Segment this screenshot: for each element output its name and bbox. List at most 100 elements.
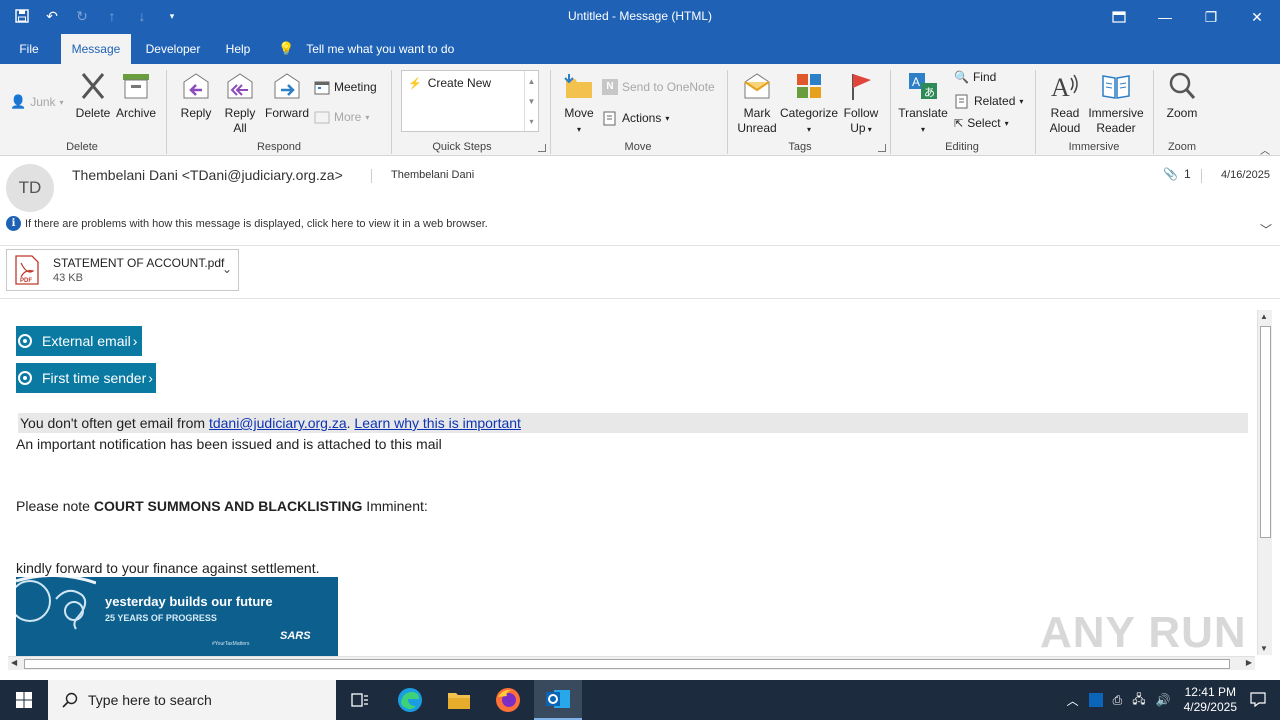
attachment-menu-chevron-icon[interactable]: ⌄	[222, 262, 232, 276]
tab-help[interactable]: Help	[218, 34, 258, 64]
body-line-2-bold: COURT SUMMONS AND BLACKLISTING	[93, 498, 363, 514]
attachment-card[interactable]: PDF STATEMENT OF ACCOUNT.pdf 43 KB ⌄	[6, 249, 239, 291]
first-time-sender-tag[interactable]: First time sender ›	[16, 363, 156, 393]
external-email-tag[interactable]: External email ›	[16, 326, 142, 356]
search-placeholder: Type here to search	[88, 692, 212, 708]
task-view-icon[interactable]	[336, 680, 384, 720]
start-button[interactable]	[0, 680, 48, 720]
create-new-label: Create New	[427, 76, 492, 90]
cursor-icon: ⇱	[954, 117, 964, 130]
system-tray: ︿ ⎙ 🖧 🔊 12:41 PM 4/29/2025	[1062, 680, 1280, 720]
file-explorer-icon[interactable]	[435, 680, 483, 720]
device-icon[interactable]: ⎙	[1113, 693, 1123, 708]
outlook-taskbar-icon[interactable]	[534, 680, 582, 720]
sender-email-link[interactable]: tdani@judiciary.org.za	[209, 415, 347, 431]
message-header: TD Thembelani Dani <TDani@judiciary.org.…	[0, 157, 1280, 247]
sender[interactable]: Thembelani Dani <TDani@judiciary.org.za>	[72, 167, 343, 183]
vertical-scrollbar[interactable]: ▲ ▼	[1257, 310, 1272, 655]
select-button[interactable]: ⇱ Select ▾	[954, 116, 1009, 130]
immersive-reader-button[interactable]: Immersive Reader	[1086, 70, 1146, 136]
body-line-1: An important notification has been issue…	[16, 436, 442, 452]
send-to-onenote-button[interactable]: N Send to OneNote	[602, 79, 715, 95]
recipient[interactable]: Thembelani Dani	[391, 169, 474, 181]
pdf-icon-label: PDF	[20, 278, 32, 284]
follow-up-button[interactable]: Follow Up ▾	[840, 70, 882, 137]
meeting-button[interactable]: Meeting	[314, 79, 377, 95]
translate-button[interactable]: Aあ Translate ▾	[898, 70, 948, 137]
horizontal-scrollbar[interactable]: ◀ ▶	[8, 656, 1255, 670]
sars-banner-image[interactable]: yesterday builds our future 25 YEARS OF …	[16, 577, 338, 656]
immersive-reader-label-2: Reader	[1096, 121, 1136, 135]
related-button[interactable]: Related ▾	[954, 93, 1023, 109]
tell-me-search[interactable]: 💡 Tell me what you want to do	[278, 34, 454, 64]
attachment-count: 📎 1	[1163, 167, 1191, 181]
delete-button[interactable]: Delete	[74, 70, 112, 121]
outlook-tray-icon[interactable]	[1088, 693, 1103, 707]
lightning-icon: ⚡	[408, 77, 422, 90]
horizontal-scroll-thumb[interactable]	[24, 659, 1230, 669]
quick-steps-scroll[interactable]: ▲ ▼ ▾	[524, 71, 538, 131]
archive-label: Archive	[115, 106, 156, 120]
taskbar: Type here to search ︿ ⎙ 🖧 🔊 12:41 PM 4/2…	[0, 680, 1280, 720]
taskbar-search[interactable]: Type here to search	[48, 680, 336, 720]
tray-overflow-chevron-icon[interactable]: ︿	[1067, 692, 1079, 709]
tab-file[interactable]: File	[10, 34, 48, 64]
read-aloud-button[interactable]: A Read Aloud	[1044, 70, 1086, 136]
body-line-3: kindly forward to your finance against s…	[16, 560, 320, 576]
vertical-scroll-thumb[interactable]	[1260, 326, 1271, 538]
clock-time: 12:41 PM	[1184, 685, 1236, 699]
ribbon-display-options-icon[interactable]	[1096, 0, 1142, 34]
restore-icon[interactable]: ❐	[1188, 0, 1234, 34]
group-separator	[391, 70, 392, 154]
quick-step-create-new[interactable]: ⚡ Create New	[408, 76, 491, 90]
tab-developer[interactable]: Developer	[139, 34, 207, 64]
edge-browser-icon[interactable]	[386, 680, 434, 720]
tab-message[interactable]: Message	[61, 34, 131, 64]
junk-label: Junk	[30, 95, 56, 109]
read-aloud-label-1: Read	[1050, 106, 1080, 120]
notifications-icon[interactable]	[1250, 691, 1266, 710]
clock[interactable]: 12:41 PM 4/29/2025	[1184, 685, 1237, 715]
window-controls: — ❐ ✕	[1096, 0, 1280, 34]
sars-logo: SARS	[280, 630, 311, 642]
zoom-icon	[1169, 72, 1196, 99]
minimize-icon[interactable]: —	[1142, 0, 1188, 34]
move-button[interactable]: Move ▾	[560, 70, 598, 137]
follow-up-label-2: Up	[850, 121, 866, 135]
mark-unread-button[interactable]: Mark Unread	[734, 70, 780, 136]
close-icon[interactable]: ✕	[1234, 0, 1280, 34]
chevron-down-icon[interactable]: ﹀	[1260, 221, 1272, 238]
forward-button[interactable]: Forward	[264, 70, 310, 121]
chevron-right-icon: ›	[148, 370, 153, 386]
actions-button[interactable]: Actions ▾	[602, 110, 669, 126]
tags-launcher-icon[interactable]	[878, 144, 886, 152]
zoom-button[interactable]: Zoom	[1162, 70, 1202, 121]
group-label-editing: Editing	[945, 141, 979, 153]
ribbon: 👤 Junk ▾ Delete Archive Delete Reply Reply…	[0, 64, 1280, 157]
archive-button[interactable]: Archive	[114, 70, 158, 121]
attachment-count-value: 1	[1183, 167, 1191, 181]
collapse-ribbon-icon[interactable]: ︿	[1260, 142, 1270, 157]
body-line-2-prefix: Please note	[16, 498, 94, 514]
network-icon[interactable]: 🖧	[1132, 690, 1145, 711]
junk-button[interactable]: 👤 Junk ▾	[10, 94, 64, 110]
banner-swirl-icon	[16, 577, 96, 630]
scroll-right-icon[interactable]: ▶	[1246, 658, 1252, 667]
reply-button[interactable]: Reply	[176, 70, 216, 121]
reply-all-button[interactable]: Reply All	[220, 70, 260, 136]
scroll-left-icon[interactable]: ◀	[11, 658, 17, 667]
scroll-up-icon[interactable]: ▲	[1260, 312, 1268, 321]
volume-icon[interactable]: 🔊	[1156, 693, 1171, 707]
scroll-down-icon[interactable]: ▼	[1260, 644, 1268, 653]
svg-text:あ: あ	[924, 86, 935, 99]
more-respond-button[interactable]: More ▾	[314, 109, 369, 125]
learn-why-link[interactable]: Learn why this is important	[354, 415, 521, 431]
avatar[interactable]: TD	[6, 164, 54, 212]
categorize-button[interactable]: Categorize ▾	[780, 70, 838, 137]
info-bar-text: If there are problems with how this mess…	[25, 217, 488, 230]
quick-steps-launcher-icon[interactable]	[538, 144, 546, 152]
find-button[interactable]: 🔍 Find	[954, 70, 996, 84]
firefox-icon[interactable]	[484, 680, 532, 720]
info-bar[interactable]: i If there are problems with how this me…	[6, 216, 488, 231]
attachment-name: STATEMENT OF ACCOUNT.pdf	[53, 256, 225, 270]
